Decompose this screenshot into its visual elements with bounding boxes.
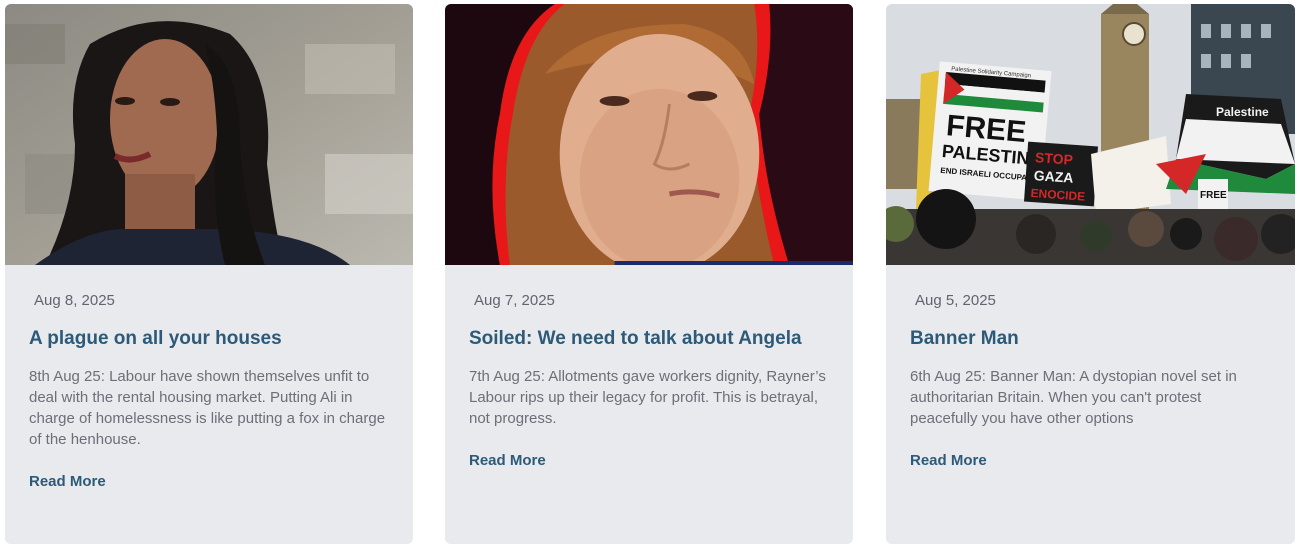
post-thumbnail[interactable]: FREE PALESTINE END ISRAELI OCCUPATION Pa… [886, 4, 1295, 265]
post-excerpt: 8th Aug 25: Labour have shown themselves… [29, 368, 386, 448]
post-date: Aug 5, 2025 [915, 292, 996, 309]
svg-text:STOP: STOP [1035, 149, 1074, 168]
post-excerpt: 7th Aug 25: Allotments gave workers dign… [469, 368, 826, 427]
svg-text:Palestine: Palestine [1216, 105, 1269, 119]
post-title[interactable]: Banner Man [910, 327, 1271, 351]
svg-text:GAZA: GAZA [1033, 167, 1074, 186]
post-card[interactable]: FREE PALESTINE END ISRAELI OCCUPATION Pa… [886, 4, 1295, 544]
post-title[interactable]: Soiled: We need to talk about Angela [469, 327, 829, 351]
post-excerpt: 6th Aug 25: Banner Man: A dystopian nove… [910, 368, 1237, 427]
read-more-link[interactable]: Read More [29, 473, 106, 490]
post-card[interactable]: Aug 7, 2025 Soiled: We need to talk abou… [445, 4, 853, 544]
post-date: Aug 8, 2025 [34, 292, 115, 309]
post-title[interactable]: A plague on all your houses [29, 327, 389, 351]
read-more-link[interactable]: Read More [469, 452, 546, 469]
svg-text:FREE: FREE [1200, 190, 1227, 201]
post-date: Aug 7, 2025 [474, 292, 555, 309]
post-thumbnail[interactable] [445, 4, 853, 265]
post-card[interactable]: Aug 8, 2025 A plague on all your houses … [5, 4, 413, 544]
read-more-link[interactable]: Read More [910, 452, 987, 469]
post-thumbnail[interactable] [5, 4, 413, 265]
posts-grid: Aug 8, 2025 A plague on all your houses … [0, 0, 1300, 549]
